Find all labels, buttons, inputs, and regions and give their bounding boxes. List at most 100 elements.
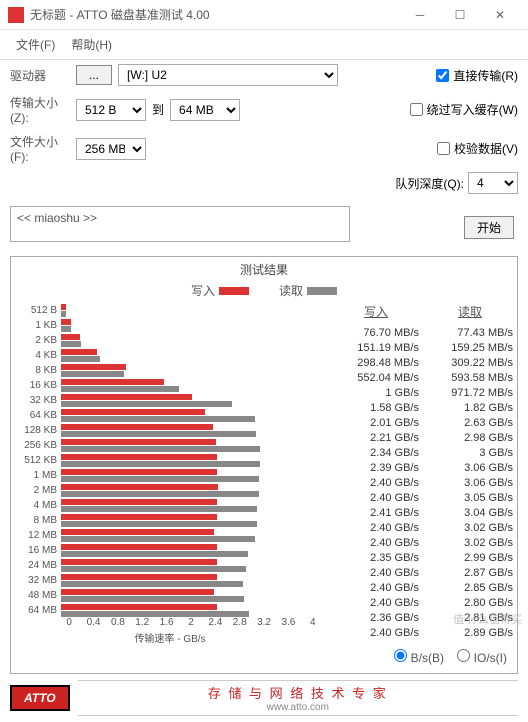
bar-row: 2 MB — [19, 483, 321, 497]
file-size-select[interactable]: 256 MB — [76, 138, 146, 160]
bar-row: 128 KB — [19, 423, 321, 437]
bar-row: 4 MB — [19, 498, 321, 512]
verify-checkbox[interactable] — [437, 142, 450, 155]
read-value: 2.63 GB/s — [427, 417, 513, 431]
bar-row: 256 KB — [19, 438, 321, 452]
app-icon — [8, 7, 24, 23]
bar-row: 2 KB — [19, 333, 321, 347]
read-value: 2.98 GB/s — [427, 432, 513, 446]
write-value: 2.34 GB/s — [333, 447, 419, 461]
x-axis: 00.40.81.21.622.42.83.23.64 — [15, 617, 325, 628]
bar-row: 8 KB — [19, 363, 321, 377]
write-value: 2.21 GB/s — [333, 432, 419, 446]
atto-logo: ATTO — [10, 685, 70, 711]
write-value: 2.40 GB/s — [333, 522, 419, 536]
read-value: 2.99 GB/s — [427, 552, 513, 566]
unit-bs-radio[interactable] — [394, 649, 407, 662]
write-value: 2.40 GB/s — [333, 582, 419, 596]
bar-row: 64 MB — [19, 603, 321, 617]
legend-write-label: 写入 — [191, 282, 215, 299]
start-button[interactable]: 开始 — [464, 216, 514, 239]
read-value: 971.72 MB/s — [427, 387, 513, 401]
direct-io-label: 直接传输(R) — [453, 67, 518, 84]
write-value: 2.01 GB/s — [333, 417, 419, 431]
bar-row: 1 MB — [19, 468, 321, 482]
write-value: 2.36 GB/s — [333, 612, 419, 626]
write-header: 写入 — [333, 303, 419, 326]
read-value: 2.81 GB/s — [427, 612, 513, 626]
transfer-min-select[interactable]: 512 B — [76, 99, 146, 121]
bar-row: 8 MB — [19, 513, 321, 527]
read-header: 读取 — [427, 303, 513, 326]
bar-row: 12 MB — [19, 528, 321, 542]
write-value: 1 GB/s — [333, 387, 419, 401]
verify-label: 校验数据(V) — [454, 140, 518, 157]
write-value: 2.40 GB/s — [333, 567, 419, 581]
unit-ios-radio[interactable] — [457, 649, 470, 662]
write-value: 2.40 GB/s — [333, 597, 419, 611]
write-value: 2.35 GB/s — [333, 552, 419, 566]
read-value: 3 GB/s — [427, 447, 513, 461]
bar-row: 64 KB — [19, 408, 321, 422]
results-title: 测试结果 — [15, 261, 513, 280]
results-panel: 测试结果 写入 读取 512 B1 KB2 KB4 KB8 KB16 KB32 … — [10, 256, 518, 674]
maximize-button[interactable]: ☐ — [440, 3, 480, 27]
write-value: 2.41 GB/s — [333, 507, 419, 521]
transfer-max-select[interactable]: 64 MB — [170, 99, 240, 121]
read-value: 1.82 GB/s — [427, 402, 513, 416]
write-value: 76.70 MB/s — [333, 327, 419, 341]
read-value: 159.25 MB/s — [427, 342, 513, 356]
bar-row: 1 KB — [19, 318, 321, 332]
footer-tagline: 存 储 与 网 络 技 术 专 家 www.atto.com — [78, 680, 518, 716]
queue-depth-label: 队列深度(Q): — [395, 175, 464, 192]
write-value: 2.39 GB/s — [333, 462, 419, 476]
read-value: 2.80 GB/s — [427, 597, 513, 611]
bar-row: 16 MB — [19, 543, 321, 557]
bypass-cache-label: 绕过写入缓存(W) — [427, 101, 518, 118]
legend-read-swatch — [307, 287, 337, 295]
browse-button[interactable]: ... — [76, 65, 112, 85]
read-value: 309.22 MB/s — [427, 357, 513, 371]
menu-file[interactable]: 文件(F) — [8, 32, 63, 57]
description-input[interactable]: << miaoshu >> — [10, 206, 350, 242]
write-value: 2.40 GB/s — [333, 627, 419, 641]
minimize-button[interactable]: ─ — [400, 3, 440, 27]
file-size-label: 文件大小(F): — [10, 133, 70, 164]
bar-row: 16 KB — [19, 378, 321, 392]
read-value: 593.58 MB/s — [427, 372, 513, 386]
write-value: 552.04 MB/s — [333, 372, 419, 386]
read-value: 3.06 GB/s — [427, 477, 513, 491]
transfer-size-label: 传输大小(Z): — [10, 94, 70, 125]
bar-row: 32 KB — [19, 393, 321, 407]
read-value: 3.06 GB/s — [427, 462, 513, 476]
read-value: 3.02 GB/s — [427, 522, 513, 536]
read-value: 3.02 GB/s — [427, 537, 513, 551]
write-value: 2.40 GB/s — [333, 492, 419, 506]
bar-row: 32 MB — [19, 573, 321, 587]
write-value: 2.40 GB/s — [333, 537, 419, 551]
read-value: 2.87 GB/s — [427, 567, 513, 581]
close-button[interactable]: ✕ — [480, 3, 520, 27]
direct-io-checkbox[interactable] — [436, 69, 449, 82]
read-value: 2.85 GB/s — [427, 582, 513, 596]
x-axis-label: 传输速率 - GB/s — [15, 628, 325, 645]
legend-read-label: 读取 — [279, 282, 303, 299]
write-value: 1.58 GB/s — [333, 402, 419, 416]
bypass-cache-checkbox[interactable] — [410, 103, 423, 116]
window-title: 无标题 - ATTO 磁盘基准测试 4.00 — [30, 6, 400, 23]
write-value: 151.19 MB/s — [333, 342, 419, 356]
bar-row: 4 KB — [19, 348, 321, 362]
queue-depth-select[interactable]: 4 — [468, 172, 518, 194]
write-value: 2.40 GB/s — [333, 477, 419, 491]
menu-help[interactable]: 帮助(H) — [63, 32, 120, 57]
legend-write-swatch — [219, 287, 249, 295]
to-label: 到 — [152, 101, 164, 118]
read-value: 3.05 GB/s — [427, 492, 513, 506]
drive-label: 驱动器 — [10, 67, 70, 84]
bar-row: 48 MB — [19, 588, 321, 602]
bar-chart: 512 B1 KB2 KB4 KB8 KB16 KB32 KB64 KB128 … — [15, 303, 325, 617]
bar-row: 512 KB — [19, 453, 321, 467]
read-value: 2.89 GB/s — [427, 627, 513, 641]
drive-select[interactable]: [W:] U2 — [118, 64, 338, 86]
bar-row: 24 MB — [19, 558, 321, 572]
